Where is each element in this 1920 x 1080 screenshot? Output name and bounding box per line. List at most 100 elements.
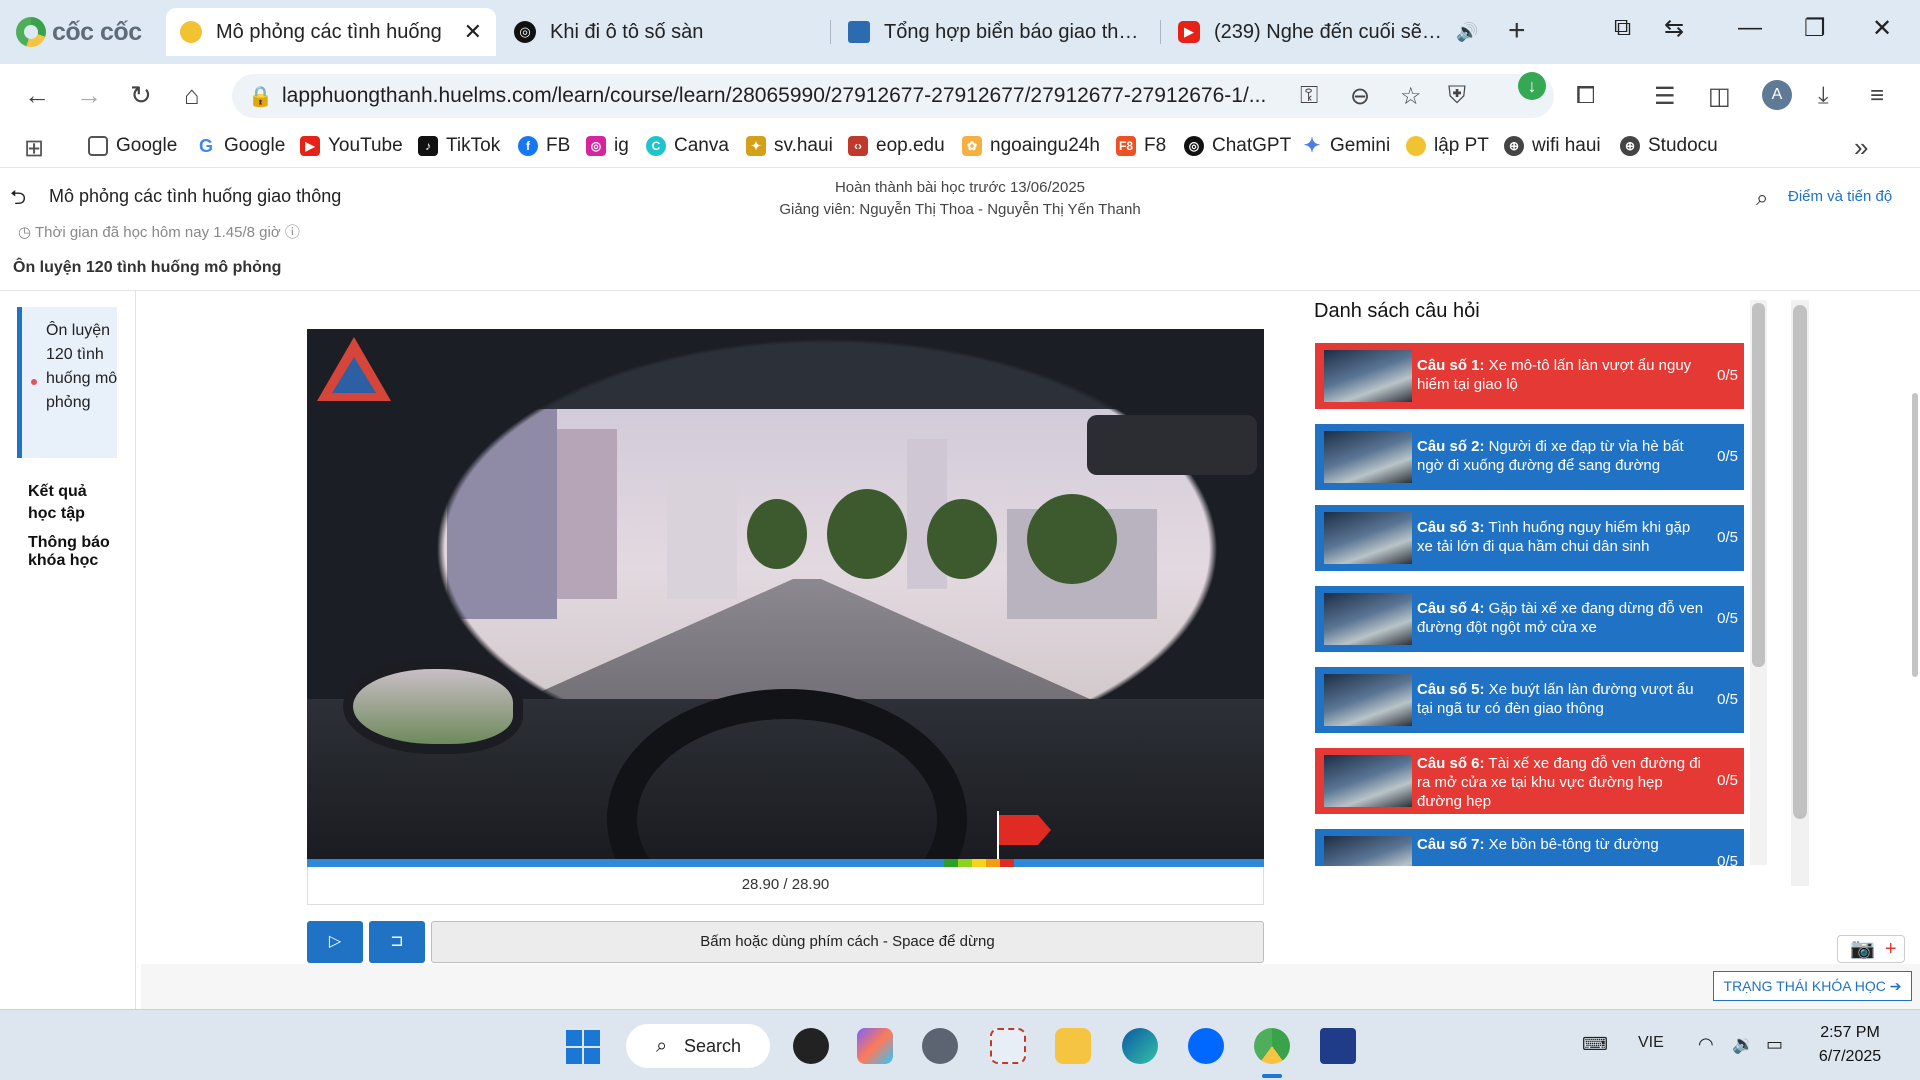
- profile-avatar[interactable]: A: [1762, 80, 1792, 110]
- bookmark-google-folder[interactable]: Google: [88, 135, 177, 157]
- question-item[interactable]: Câu số 1: Xe mô-tô lấn làn vượt ẩu nguy …: [1315, 343, 1744, 409]
- bookmark-google[interactable]: G Google: [196, 135, 285, 157]
- play-button[interactable]: ▷: [307, 921, 363, 963]
- download-status-icon[interactable]: ↓: [1518, 72, 1546, 100]
- obs-app-icon[interactable]: [793, 1028, 829, 1064]
- taskbar-search[interactable]: ⌕ Search: [626, 1024, 770, 1068]
- page-scroll-thumb[interactable]: [1912, 393, 1918, 677]
- reload-button[interactable]: ↻: [130, 80, 152, 110]
- restart-button[interactable]: ⊐: [369, 921, 425, 963]
- question-number: Câu số 5:: [1417, 681, 1485, 698]
- devcpp-app-icon[interactable]: [1320, 1028, 1356, 1064]
- language-indicator[interactable]: VIE: [1638, 1034, 1664, 1052]
- audio-playing-icon[interactable]: 🔊: [1456, 22, 1478, 43]
- question-item[interactable]: Câu số 6: Tài xế xe đang đỗ ven đường đi…: [1315, 748, 1744, 814]
- tab-active[interactable]: Mô phỏng các tình huống ✕: [166, 8, 496, 56]
- question-item[interactable]: Câu số 4: Gặp tài xế xe đang dừng đỗ ven…: [1315, 586, 1744, 652]
- bookmark-fb[interactable]: f FB: [518, 135, 570, 157]
- bookmark-studocu[interactable]: ⊕ Studocu: [1620, 135, 1718, 157]
- course-status-button[interactable]: TRẠNG THÁI KHÓA HỌC ➔: [1713, 971, 1912, 1001]
- downloads-icon[interactable]: ⤓: [1818, 82, 1829, 110]
- copilot-app-icon[interactable]: [857, 1028, 893, 1064]
- bookmark-chatgpt[interactable]: ◎ ChatGPT: [1184, 135, 1291, 157]
- apps-grid-icon[interactable]: ⊞: [24, 134, 44, 163]
- bookmark-lap-pt[interactable]: lập PT: [1406, 135, 1489, 157]
- more-bookmarks-icon[interactable]: »: [1854, 132, 1868, 163]
- space-stop-button[interactable]: Bấm hoặc dùng phím cách - Space để dừng: [431, 921, 1264, 963]
- bookmark-ngoaingu24h[interactable]: ✿ ngoaingu24h: [962, 135, 1100, 157]
- study-time-text: Thời gian đã học hôm nay 1.45/8 giờ: [35, 224, 281, 241]
- volume-icon[interactable]: 🔉: [1732, 1034, 1754, 1055]
- bookmark-tiktok[interactable]: ♪ TikTok: [418, 135, 500, 157]
- question-item[interactable]: Câu số 3: Tình huống nguy hiểm khi gặp x…: [1315, 505, 1744, 571]
- lock-icon[interactable]: 🔒: [248, 84, 273, 109]
- zoom-icon[interactable]: ⊖: [1350, 82, 1370, 111]
- back-button[interactable]: ←: [24, 80, 50, 110]
- sidebar-item-thong-bao[interactable]: Thông báo khóa học: [28, 534, 118, 570]
- back-arrow-icon[interactable]: ⮌: [10, 183, 26, 217]
- wifi-icon[interactable]: ◠: [1698, 1034, 1714, 1055]
- sidebar-item-on-luyen[interactable]: Ôn luyện 120 tình huống mô phỏng: [17, 307, 117, 458]
- question-text: Câu số 2: Người đi xe đạp từ vỉa hè bất …: [1417, 437, 1707, 475]
- bookmark-eop[interactable]: ‹› eop.edu: [848, 135, 945, 157]
- snipping-tool-icon[interactable]: [990, 1028, 1026, 1064]
- keyboard-icon[interactable]: ⌨: [1582, 1034, 1608, 1055]
- bookmark-canva[interactable]: C Canva: [646, 135, 729, 157]
- help-icon[interactable]: ⓘ: [285, 224, 300, 241]
- split-view-icon[interactable]: ◫: [1708, 82, 1731, 111]
- tab-4[interactable]: ▶ (239) Nghe đến cuối sẽ có b 🔊: [1164, 8, 1500, 56]
- address-bar[interactable]: 🔒 lapphuongthanh.huelms.com/learn/course…: [232, 74, 1554, 118]
- tab-2[interactable]: ◎ Khi đi ô tô số sàn: [500, 8, 820, 56]
- question-score: 0/5: [1717, 853, 1738, 866]
- sidebar-item-ket-qua[interactable]: Kết quả học tập: [28, 481, 118, 525]
- taskbar-clock[interactable]: 2:57 PM 6/7/2025: [1810, 1021, 1890, 1069]
- file-explorer-icon[interactable]: [1055, 1028, 1091, 1064]
- zalo-app-icon[interactable]: [1188, 1028, 1224, 1064]
- forward-button[interactable]: →: [76, 80, 102, 110]
- video-timeline[interactable]: [307, 859, 1264, 867]
- question-score: 0/5: [1717, 610, 1738, 627]
- simulation-video[interactable]: [307, 329, 1264, 859]
- menu-icon[interactable]: ≡: [1870, 82, 1884, 110]
- deadline-text: Hoàn thành bài học trước 13/06/2025: [834, 179, 1086, 196]
- bookmark-star-icon[interactable]: ☆: [1400, 82, 1422, 111]
- header-divider: [0, 290, 1920, 291]
- score-zone: [1000, 859, 1014, 867]
- new-tab-button[interactable]: +: [1508, 16, 1526, 46]
- search-tabs-icon[interactable]: ⧉: [1614, 14, 1631, 42]
- bookmark-youtube[interactable]: ▶ YouTube: [300, 135, 403, 157]
- tab-actions-icon[interactable]: ⇆: [1664, 14, 1684, 43]
- maximize-button[interactable]: ❐: [1804, 14, 1826, 43]
- bookmark-svhaui[interactable]: ✦ sv.haui: [746, 135, 833, 157]
- home-button[interactable]: ⌂: [184, 80, 200, 110]
- key-icon[interactable]: ⚿: [1300, 82, 1318, 110]
- extensions-icon[interactable]: ⧠: [1576, 82, 1595, 110]
- question-item[interactable]: Câu số 5: Xe buýt lấn làn đường vượt ẩu …: [1315, 667, 1744, 733]
- edge-browser-icon[interactable]: [1122, 1028, 1158, 1064]
- coccoc-app-icon[interactable]: [1254, 1028, 1290, 1064]
- bookmark-wifi-haui[interactable]: ⊕ wifi haui: [1504, 135, 1601, 157]
- question-score: 0/5: [1717, 772, 1738, 789]
- minimize-button[interactable]: —: [1738, 14, 1762, 42]
- start-button[interactable]: [566, 1030, 600, 1064]
- question-item[interactable]: Câu số 7: Xe bồn bê-tông từ đường 0/5: [1315, 829, 1744, 866]
- question-item[interactable]: Câu số 2: Người đi xe đạp từ vỉa hè bất …: [1315, 424, 1744, 490]
- close-window-button[interactable]: ✕: [1872, 14, 1892, 43]
- bookmark-gemini[interactable]: ✦ Gemini: [1302, 135, 1391, 157]
- tab-separator: [1160, 20, 1161, 44]
- search-icon[interactable]: ⌕: [1756, 185, 1768, 211]
- coccoc-logo-icon: [16, 17, 46, 47]
- tab-3[interactable]: Tổng hợp biển báo giao thông: [834, 8, 1154, 56]
- screenshot-button[interactable]: 📷 +: [1837, 935, 1905, 963]
- progress-link[interactable]: Điểm và tiến độ: [1788, 188, 1892, 205]
- bookmark-ig[interactable]: ◎ ig: [586, 135, 629, 157]
- bookmark-f8[interactable]: F8 F8: [1116, 135, 1166, 157]
- tab-title: Mô phỏng các tình huống: [216, 20, 442, 43]
- pane-scroll-thumb[interactable]: [1793, 305, 1807, 819]
- battery-icon[interactable]: ▭: [1766, 1034, 1783, 1055]
- question-list-scroll-thumb[interactable]: [1752, 303, 1765, 667]
- shield-icon[interactable]: ⛨: [1448, 82, 1466, 110]
- settings-gear-icon[interactable]: [922, 1028, 958, 1064]
- close-tab-icon[interactable]: ✕: [464, 19, 482, 45]
- reading-list-icon[interactable]: ☰: [1654, 82, 1676, 111]
